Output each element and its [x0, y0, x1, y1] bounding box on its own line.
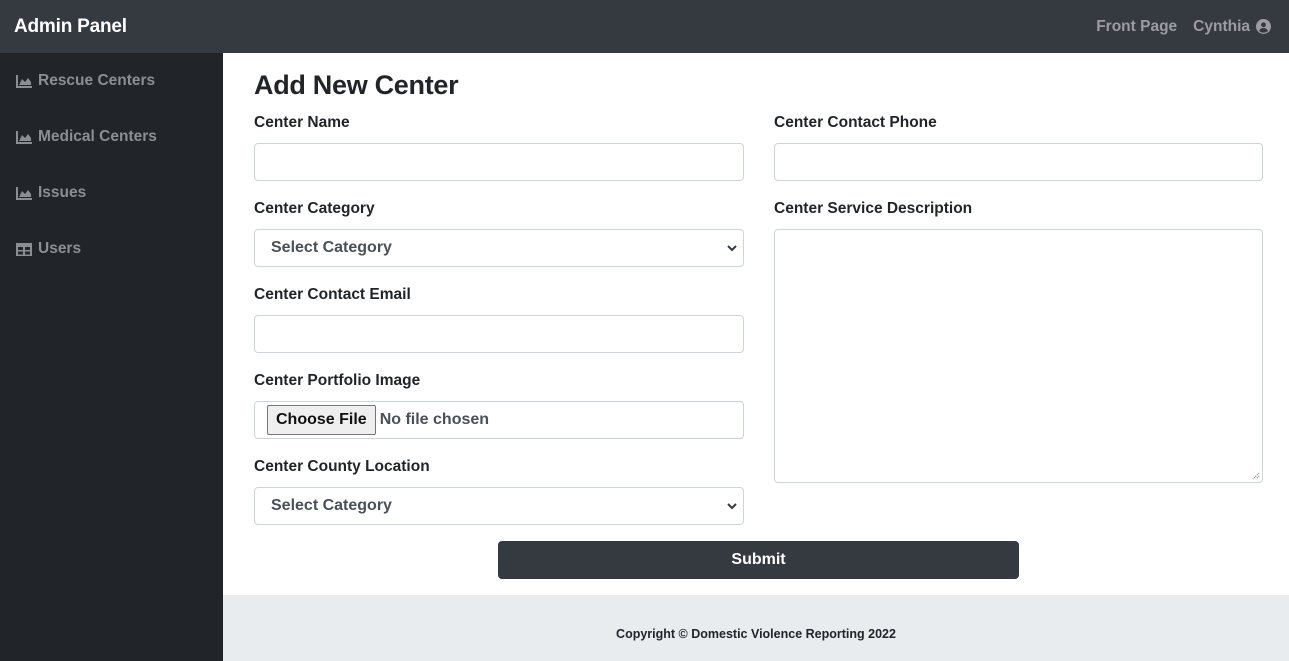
table-icon [16, 242, 32, 256]
chevron-down-icon [727, 245, 737, 252]
top-navbar: Admin Panel Front Page Cynthia [0, 0, 1289, 53]
top-nav-links: Front Page Cynthia [1096, 18, 1289, 36]
area-chart-icon [16, 130, 32, 144]
center-category-select[interactable]: Select Category [254, 229, 744, 267]
footer: Copyright © Domestic Violence Reporting … [223, 595, 1289, 661]
chevron-down-icon [727, 503, 737, 510]
user-circle-icon [1256, 19, 1271, 34]
center-contact-phone-label: Center Contact Phone [774, 114, 937, 131]
file-status: No file chosen [379, 411, 490, 428]
center-name-input[interactable] [254, 143, 744, 181]
sidebar-item-medical-centers[interactable]: Medical Centers [0, 109, 223, 165]
center-service-description-textarea[interactable] [774, 229, 1263, 483]
form-right-column: Center Contact Phone Center Service Desc… [774, 112, 1263, 483]
sidebar-item-users[interactable]: Users [0, 221, 223, 277]
center-contact-email-label: Center Contact Email [254, 286, 411, 303]
center-name-label: Center Name [254, 114, 350, 131]
sidebar-item-issues[interactable]: Issues [0, 165, 223, 221]
choose-file-button[interactable]: Choose File [267, 405, 376, 435]
center-county-location-label: Center County Location [254, 458, 430, 475]
user-name: Cynthia [1193, 17, 1250, 35]
area-chart-icon [16, 74, 32, 88]
submit-button[interactable]: Submit [498, 541, 1019, 579]
front-page-link[interactable]: Front Page [1096, 18, 1177, 36]
page-title: Add New Center [254, 70, 459, 100]
center-contact-email-input[interactable] [254, 315, 744, 353]
user-menu-link[interactable]: Cynthia [1193, 18, 1271, 36]
center-portfolio-image-field: Center Portfolio Image Choose File No fi… [254, 370, 744, 439]
center-contact-email-field: Center Contact Email [254, 284, 744, 353]
center-category-label: Center Category [254, 200, 375, 217]
center-contact-phone-input[interactable] [774, 143, 1263, 181]
center-contact-phone-field: Center Contact Phone [774, 112, 1263, 181]
center-category-field: Center Category Select Category [254, 198, 744, 267]
center-name-field: Center Name [254, 112, 744, 181]
main-content: Add New Center Center Name Center Catego… [223, 53, 1289, 595]
sidebar: Rescue Centers Medical Centers Issues Us… [0, 53, 223, 661]
center-county-location-select[interactable]: Select Category [254, 487, 744, 525]
center-county-location-field: Center County Location Select Category [254, 456, 744, 525]
sidebar-item-rescue-centers[interactable]: Rescue Centers [0, 53, 223, 109]
center-category-selected: Select Category [271, 239, 392, 256]
center-county-location-selected: Select Category [271, 497, 392, 514]
sidebar-item-label: Medical Centers [38, 128, 157, 145]
front-page-label: Front Page [1096, 17, 1178, 35]
center-portfolio-image-label: Center Portfolio Image [254, 372, 421, 389]
resize-grip-icon[interactable] [1252, 472, 1260, 480]
brand-title[interactable]: Admin Panel [0, 16, 127, 38]
center-service-description-label: Center Service Description [774, 200, 973, 217]
sidebar-item-label: Issues [38, 184, 87, 201]
center-portfolio-image-input[interactable]: Choose File No file chosen [254, 401, 744, 439]
sidebar-item-label: Rescue Centers [38, 72, 156, 89]
area-chart-icon [16, 186, 32, 200]
center-service-description-field: Center Service Description [774, 198, 1263, 483]
copyright-text: Copyright © Domestic Violence Reporting … [616, 626, 896, 641]
form-left-column: Center Name Center Category Select Categ… [254, 112, 744, 525]
sidebar-item-label: Users [38, 240, 82, 257]
